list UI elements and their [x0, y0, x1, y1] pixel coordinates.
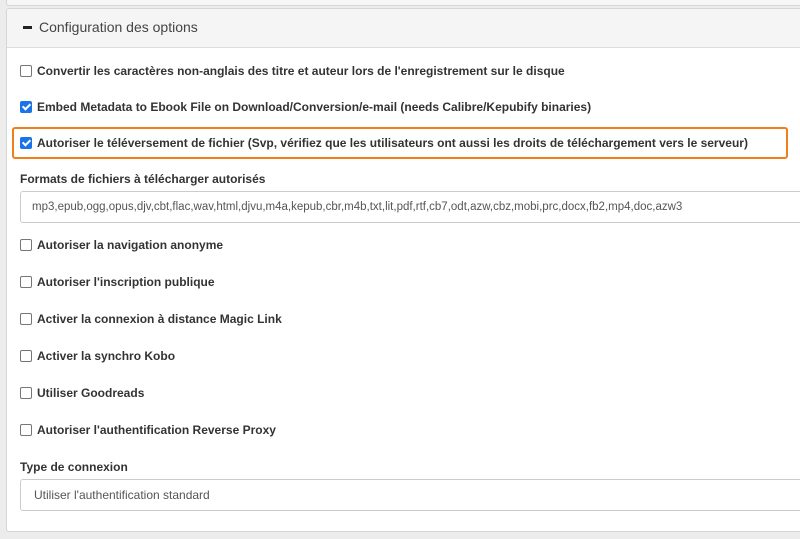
option-goodreads[interactable]: Utiliser Goodreads — [20, 386, 144, 400]
section-toggle[interactable]: Configuration des options — [21, 19, 198, 35]
previous-panel-edge — [6, 0, 800, 6]
upload-formats-input[interactable] — [20, 191, 800, 223]
checkbox-reverse-proxy[interactable] — [20, 424, 32, 436]
option-reverse-proxy[interactable]: Autoriser l'authentification Reverse Pro… — [20, 423, 276, 437]
options-panel: Configuration des options Convertir les … — [6, 8, 800, 532]
option-label: Autoriser l'inscription publique — [37, 275, 215, 289]
checkbox-goodreads[interactable] — [20, 387, 32, 399]
option-magic-link[interactable]: Activer la connexion à distance Magic Li… — [20, 312, 282, 326]
checkbox-magic-link[interactable] — [20, 313, 32, 325]
option-public-registration[interactable]: Autoriser l'inscription publique — [20, 275, 215, 289]
option-label: Autoriser l'authentification Reverse Pro… — [37, 423, 276, 437]
option-label: Activer la connexion à distance Magic Li… — [37, 312, 282, 326]
option-convert-non-english[interactable]: Convertir les caractères non-anglais des… — [20, 64, 565, 78]
option-label: Convertir les caractères non-anglais des… — [37, 64, 565, 78]
section-title: Configuration des options — [39, 19, 198, 35]
checkbox-allow-upload[interactable] — [20, 137, 32, 149]
minus-icon — [23, 25, 32, 29]
login-type-label: Type de connexion — [20, 460, 128, 474]
upload-formats-label: Formats de fichiers à télécharger autori… — [20, 172, 266, 186]
checkbox-kobo-sync[interactable] — [20, 350, 32, 362]
option-anonymous-browsing[interactable]: Autoriser la navigation anonyme — [20, 238, 223, 252]
option-label: Autoriser la navigation anonyme — [37, 238, 224, 252]
option-allow-upload[interactable]: Autoriser le téléversement de fichier (S… — [20, 136, 748, 150]
option-embed-metadata[interactable]: Embed Metadata to Ebook File on Download… — [20, 100, 591, 114]
login-type-value: Utiliser l'authentification standard — [34, 488, 210, 502]
option-label: Utiliser Goodreads — [37, 386, 145, 400]
checkbox-public-registration[interactable] — [20, 276, 32, 288]
login-type-select[interactable]: Utiliser l'authentification standard — [20, 479, 800, 511]
option-kobo-sync[interactable]: Activer la synchro Kobo — [20, 349, 175, 363]
checkbox-embed-metadata[interactable] — [20, 101, 32, 113]
checkbox-anonymous-browsing[interactable] — [20, 239, 32, 251]
option-label: Activer la synchro Kobo — [37, 349, 176, 363]
checkbox-convert-non-english[interactable] — [20, 65, 32, 77]
option-label: Embed Metadata to Ebook File on Download… — [37, 100, 592, 114]
panel-heading: Configuration des options — [7, 9, 800, 48]
option-label: Autoriser le téléversement de fichier (S… — [37, 136, 748, 150]
settings-page: Configuration des options Convertir les … — [0, 0, 800, 539]
